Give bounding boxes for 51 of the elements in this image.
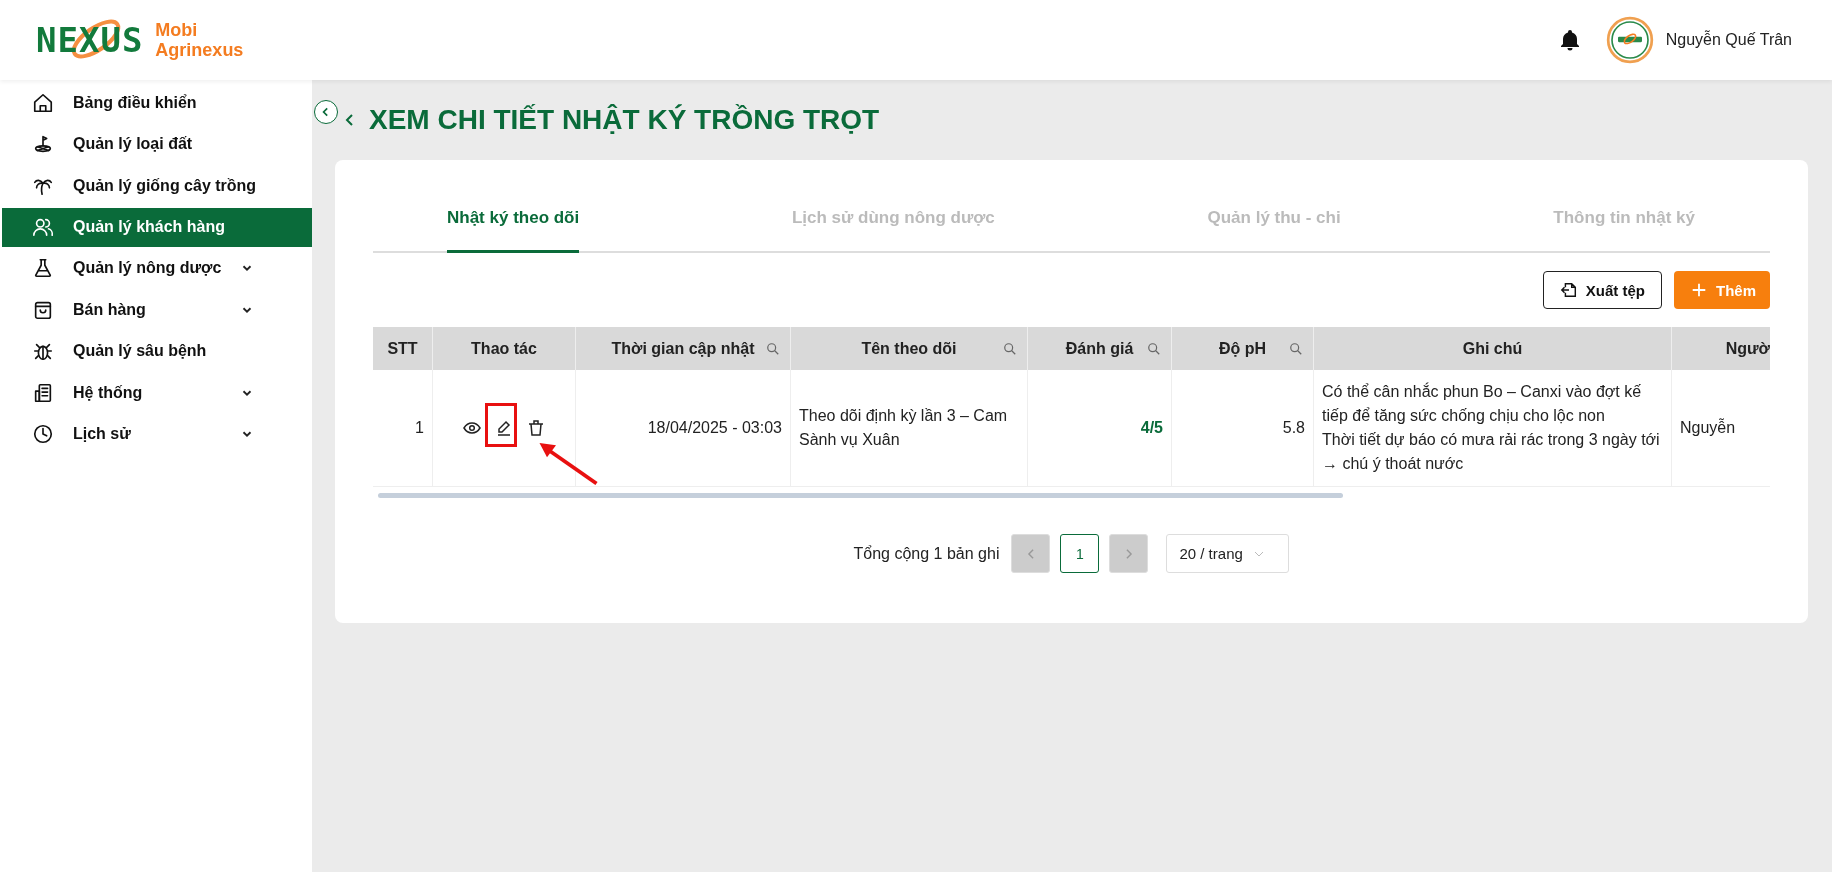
sidebar-item[interactable]: Bán hàng [2,289,312,331]
user-name[interactable]: Nguyễn Quế Trân [1665,31,1792,49]
sidebar-item[interactable]: Quản lý loại đất [2,123,312,165]
table-cell-text: 1 [415,418,424,438]
brand-name: Mobi [155,20,199,40]
page-button[interactable]: 1 [1060,534,1100,573]
search-icon[interactable] [1147,341,1161,356]
home-icon [32,91,54,114]
export-icon [1559,281,1578,299]
table-cell-text: 18/04/2025 - 03:03 [647,418,782,438]
column-header: Thao tác [433,327,576,370]
search-icon[interactable] [766,341,780,356]
search-icon[interactable] [1289,341,1303,356]
column-header: Ngườ [1724,338,1770,359]
sidebar-item[interactable]: Quản lý sâu bệnh [2,330,312,372]
table-cell-text: Nguyễn [1680,417,1736,438]
table-cell-text: Có thể cân nhắc phun Bo – Canxi vào đợt kế tiếp để tăng sức chống chịu cho lộc non Thời tiết dự báo có mưa rải rác trong 3 ngày tới → chú ý thoát nước [1322,381,1661,474]
sidebar-item[interactable]: Quản lý giống cây trồng [2,165,312,207]
total-count: Tổng cộng 1 bản ghi [853,544,1000,563]
tab[interactable]: Nhật ký theo dõi [447,168,580,253]
scrollbar[interactable] [378,493,1343,498]
column-header: Đánh giá [1028,327,1172,370]
export-button[interactable]: Xuất tệp [1542,271,1662,309]
column-header: STT [373,327,433,370]
sidebar-item[interactable]: Hệ thống [2,372,312,414]
clock-icon [32,423,54,446]
plus-icon [1690,281,1708,299]
building-icon [32,381,54,404]
page-title: XEM CHI TIẾT NHẬT KÝ TRỒNG TRỌT [369,104,880,136]
highlight-box [485,403,517,447]
search-icon[interactable] [1003,341,1017,356]
table-cell-text: Theo dõi định kỳ lần 3 – Cam Sành vụ Xuân [799,406,1009,450]
column-header: Độ pH [1172,327,1314,370]
collapse-button[interactable] [314,100,338,124]
table-cell-text: 5.8 [1282,418,1305,438]
sidebar-item[interactable]: Lịch sử [2,413,312,455]
brand-name: Agrinexus [155,40,244,60]
column-header: Thời gian cập nhật [576,327,791,370]
table-cell-text: 4/5 [1140,418,1163,438]
sidebar-item[interactable]: Bảng điều khiển [2,82,312,124]
page-size-select[interactable]: 20 / trang [1166,534,1290,573]
flask-icon [32,257,54,280]
column-header: Ghi chú [1314,327,1672,370]
sidebar-item[interactable]: Quản lý nông dược [2,247,312,289]
annotation-arrow [538,440,598,485]
delete-icon[interactable] [526,418,546,438]
sidebar-item[interactable]: Quản lý khách hàng [2,207,312,247]
users-icon [32,216,54,238]
avatar[interactable] [1605,16,1654,64]
column-header: Tên theo dõi [791,327,1028,370]
back-icon[interactable] [345,113,355,127]
